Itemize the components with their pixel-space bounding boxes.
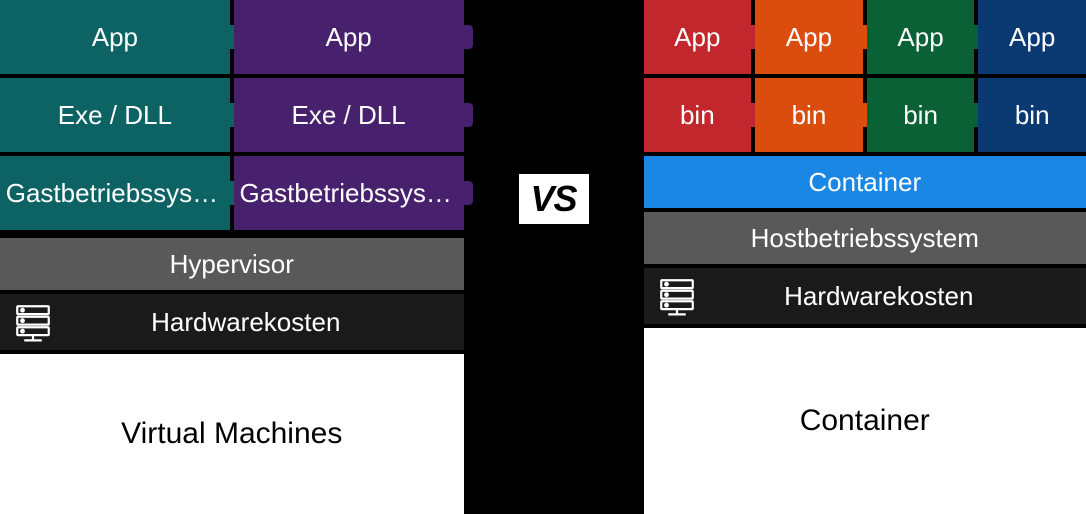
server-icon	[656, 275, 698, 317]
ct-bin-label: bin	[903, 100, 938, 131]
vm-column-2: App Exe / DLL Gastbetriebssystem	[234, 0, 464, 230]
container-engine-label: Container	[808, 167, 921, 198]
vm-title: Virtual Machines	[0, 354, 464, 514]
hypervisor-bar: Hypervisor	[0, 238, 464, 290]
container-column-2: App bin	[755, 0, 863, 152]
ct-app-block: App	[755, 0, 863, 74]
container-columns: App bin App bin App bin	[644, 0, 1086, 152]
vm-column-1: App Exe / DLL Gastbetriebssystem	[0, 0, 230, 230]
vs-label: VS	[530, 178, 576, 219]
vm-exe-block: Exe / DLL	[234, 78, 464, 152]
container-side: App bin App bin App bin	[644, 0, 1086, 514]
vm-app-label: App	[325, 22, 371, 53]
ct-bin-block: bin	[644, 78, 752, 152]
hypervisor-label: Hypervisor	[170, 249, 294, 280]
vm-columns: App Exe / DLL Gastbetriebssystem App Exe…	[0, 0, 464, 234]
ct-app-label: App	[1009, 22, 1055, 53]
hardware-label: Hardwarekosten	[784, 281, 973, 312]
hardware-bar-left: Hardwarekosten	[0, 294, 464, 350]
vm-exe-label: Exe / DLL	[58, 100, 172, 131]
vm-exe-label: Exe / DLL	[292, 100, 406, 131]
container-column-1: App bin	[644, 0, 752, 152]
container-title: Container	[644, 328, 1086, 514]
vm-exe-block: Exe / DLL	[0, 78, 230, 152]
ct-bin-label: bin	[792, 100, 827, 131]
vs-badge: VS	[518, 174, 588, 224]
vm-os-label: Gastbetriebssystem	[240, 178, 458, 209]
ct-app-label: App	[786, 22, 832, 53]
container-column-3: App bin	[867, 0, 975, 152]
host-os-bar: Hostbetriebssystem	[644, 212, 1086, 264]
hardware-bar-right: Hardwarekosten	[644, 268, 1086, 324]
ct-bin-block: bin	[978, 78, 1086, 152]
ct-bin-label: bin	[680, 100, 715, 131]
vm-os-label: Gastbetriebssystem	[6, 178, 224, 209]
vm-os-block: Gastbetriebssystem	[234, 156, 464, 230]
ct-app-label: App	[897, 22, 943, 53]
vm-title-text: Virtual Machines	[121, 417, 342, 451]
container-column-4: App bin	[978, 0, 1086, 152]
vm-app-block: App	[0, 0, 230, 74]
center-gap: VS	[464, 0, 644, 514]
ct-bin-block: bin	[755, 78, 863, 152]
vm-app-block: App	[234, 0, 464, 74]
ct-app-block: App	[978, 0, 1086, 74]
container-title-text: Container	[800, 404, 930, 438]
vm-app-label: App	[92, 22, 138, 53]
vm-vs-container-diagram: App Exe / DLL Gastbetriebssystem App Exe…	[0, 0, 1086, 514]
container-engine-bar: Container	[644, 156, 1086, 208]
ct-bin-block: bin	[867, 78, 975, 152]
vm-os-block: Gastbetriebssystem	[0, 156, 230, 230]
vm-side: App Exe / DLL Gastbetriebssystem App Exe…	[0, 0, 464, 514]
server-icon	[12, 301, 54, 343]
host-os-label: Hostbetriebssystem	[751, 223, 979, 254]
ct-app-block: App	[867, 0, 975, 74]
ct-app-block: App	[644, 0, 752, 74]
hardware-label: Hardwarekosten	[151, 307, 340, 338]
ct-app-label: App	[674, 22, 720, 53]
ct-bin-label: bin	[1015, 100, 1050, 131]
